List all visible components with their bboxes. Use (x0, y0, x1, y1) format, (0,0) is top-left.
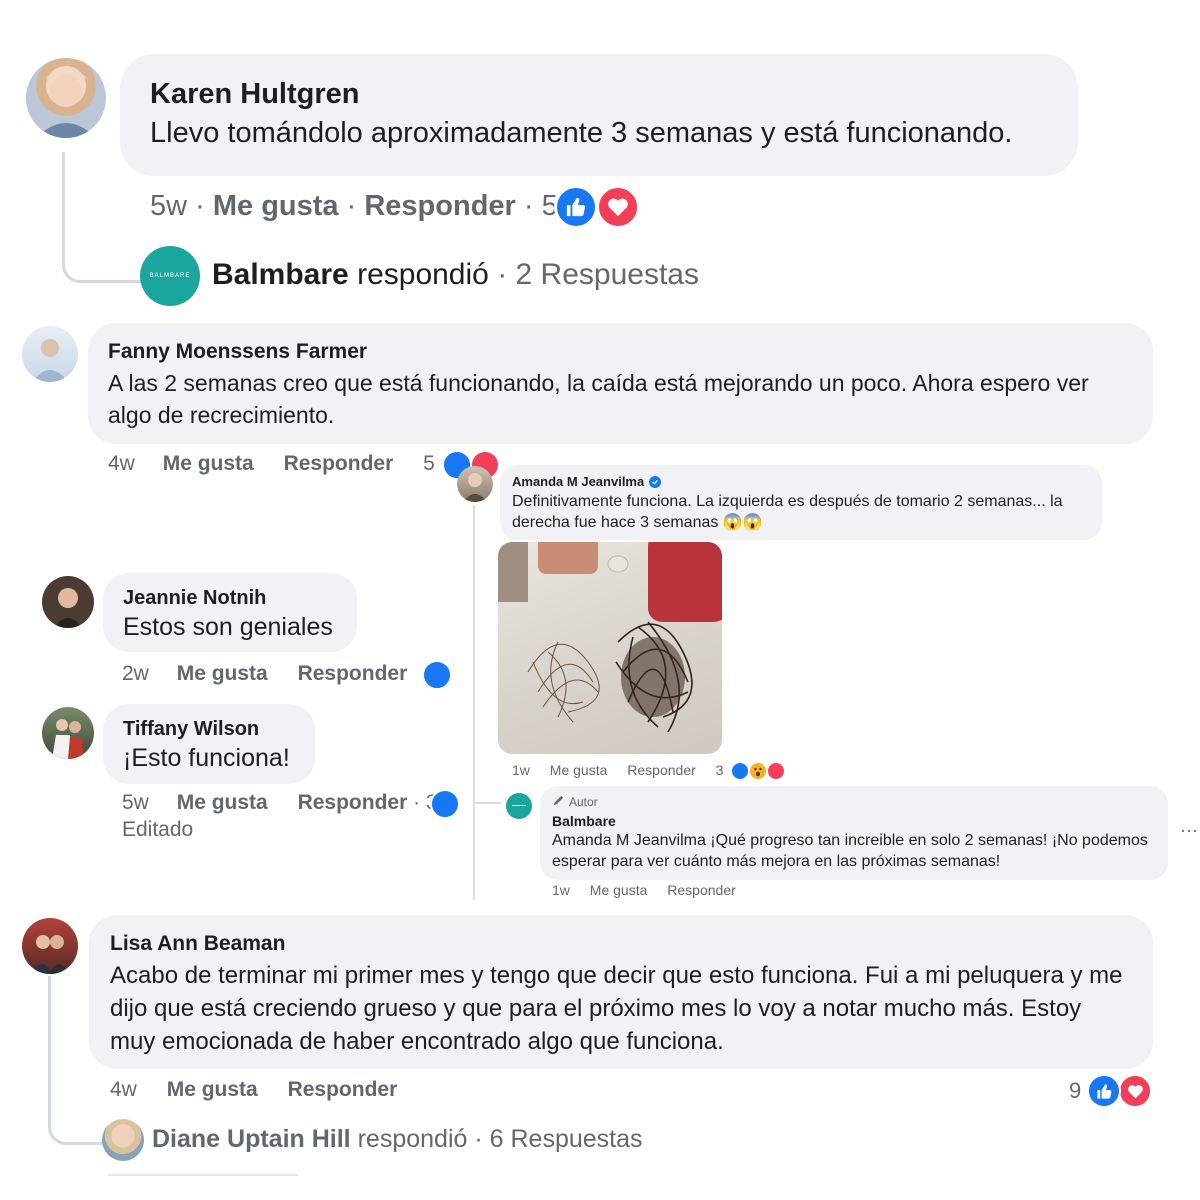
comment-author[interactable]: Jeannie Notnih (123, 587, 337, 610)
reply-link[interactable]: Responder (284, 452, 394, 475)
thumbs-up-icon[interactable] (1087, 1074, 1121, 1108)
comment-photo-hair[interactable] (498, 542, 722, 754)
comment-time[interactable]: 4w (108, 452, 135, 475)
avatar-portrait-icon (54, 588, 82, 628)
verified-check-icon (649, 475, 662, 488)
avatar-portrait-icon (32, 339, 68, 382)
heart-icon[interactable] (766, 761, 786, 781)
comment-time[interactable]: 5w (122, 791, 149, 814)
reply-link[interactable]: Responder (298, 791, 408, 814)
comment-bubble-balmbare-author: Autor Balmbare Amanda M Jeanvilma ¡Qué p… (540, 786, 1168, 880)
reply-link[interactable]: Responder (288, 1078, 398, 1101)
avatar-balmbare[interactable]: BALMBARE (140, 246, 200, 306)
comment-time[interactable]: 1w (512, 762, 530, 778)
more-options-icon[interactable]: ··· (1180, 820, 1198, 841)
reply-author[interactable]: Diane Uptain Hill (152, 1125, 351, 1153)
edited-label: Editado (122, 818, 194, 841)
avatar-balmbare[interactable] (506, 793, 532, 819)
comment-bubble-fanny: Fanny Moenssens Farmer A las 2 semanas c… (88, 323, 1153, 444)
replies-count[interactable]: 2 Respuestas (516, 258, 699, 291)
comment-actions-jeannie: 2w Me gusta Responder (122, 662, 407, 686)
comment-author[interactable]: Amanda M Jeanvilma (512, 474, 644, 489)
like-link[interactable]: Me gusta (590, 882, 648, 898)
thumbs-up-icon[interactable] (730, 761, 750, 781)
avatar[interactable] (22, 918, 78, 974)
comment-time[interactable]: 2w (122, 662, 149, 685)
avatar[interactable] (42, 576, 94, 628)
comment-actions-balmbare: 1w Me gusta Responder (552, 882, 736, 898)
comment-text: A las 2 semanas creo que está funcionand… (108, 370, 1089, 428)
reply-author[interactable]: Balmbare (212, 258, 349, 291)
like-link[interactable]: Me gusta (163, 452, 254, 475)
author-badge: Autor (552, 794, 1156, 810)
avatar-portrait-icon (30, 935, 70, 974)
reaction-count[interactable]: 3 (716, 762, 724, 778)
comment-author[interactable]: Fanny Moenssens Farmer (108, 340, 1133, 364)
thread-branch-balmbare (475, 802, 501, 804)
heart-icon[interactable] (1118, 1074, 1152, 1108)
thumbs-up-icon[interactable] (422, 660, 452, 690)
like-link[interactable]: Me gusta (550, 762, 608, 778)
replies-summary-lisa[interactable]: Diane Uptain Hill respondió · 6 Respuest… (152, 1125, 643, 1154)
comment-bubble-lisa: Lisa Ann Beaman Acabo de terminar mi pri… (89, 915, 1153, 1069)
comment-author[interactable]: Balmbare (552, 813, 1156, 829)
comment-text: ¡Esto funciona! (123, 744, 290, 772)
avatar[interactable] (42, 707, 94, 759)
reaction-count[interactable]: 9 (1069, 1078, 1081, 1104)
brand-logo-text: BALMBARE (149, 273, 191, 279)
hair-photo-icon (498, 542, 722, 733)
like-link[interactable]: Me gusta (177, 791, 268, 814)
reaction-count[interactable]: 5 (423, 452, 435, 475)
reply-link[interactable]: Responder (667, 882, 736, 898)
wow-face-icon[interactable] (748, 761, 768, 781)
comment-text: Llevo tomándolo aproximadamente 3 semana… (150, 117, 1013, 149)
comment-actions-fanny: 4w Me gusta Responder 5 (108, 452, 435, 476)
comment-text: Definitivamente funciona. La izquierda e… (512, 493, 1063, 531)
comment-text: Amanda M Jeanvilma ¡Qué progreso tan inc… (552, 832, 1148, 870)
avatar-portrait-icon (36, 70, 96, 138)
comment-text: Estos son geniales (123, 613, 333, 641)
pencil-icon (552, 794, 565, 810)
divider (108, 1174, 298, 1176)
avatar-portrait-icon (52, 719, 84, 759)
brand-logo-mark (512, 805, 526, 806)
comment-author-row: Amanda M Jeanvilma (512, 474, 1090, 489)
comment-time[interactable]: 5w (150, 190, 187, 222)
avatar[interactable] (26, 58, 106, 138)
comment-actions-amanda: 1w Me gusta Responder 3 (512, 762, 723, 778)
avatar[interactable] (22, 326, 78, 382)
like-link[interactable]: Me gusta (177, 662, 268, 685)
thumbs-up-icon[interactable] (430, 789, 460, 819)
comment-actions-karen: 5w · Me gusta · Responder · 5 (150, 190, 558, 222)
reply-link[interactable]: Responder (627, 762, 696, 778)
comment-text: Acabo de terminar mi primer mes y tengo … (110, 962, 1123, 1055)
reply-link[interactable]: Responder (298, 662, 408, 685)
comment-author[interactable]: Karen Hultgren (150, 78, 1048, 111)
replies-count[interactable]: 6 Respuestas (490, 1125, 643, 1153)
comment-author[interactable]: Tiffany Wilson (123, 718, 295, 741)
avatar[interactable] (102, 1119, 144, 1161)
like-link[interactable]: Me gusta (167, 1078, 258, 1101)
comment-time[interactable]: 1w (552, 882, 570, 898)
like-link[interactable]: Me gusta (213, 190, 339, 222)
avatar-portrait-icon (463, 473, 487, 502)
comment-actions-tiffany: 5w Me gusta Responder · 3 (122, 791, 438, 815)
thread-connector-karen (62, 152, 141, 283)
replies-summary-karen[interactable]: Balmbare respondió · 2 Respuestas (212, 258, 699, 292)
comment-author[interactable]: Lisa Ann Beaman (110, 932, 1132, 956)
comment-bubble-jeannie: Jeannie Notnih Estos son geniales (103, 573, 357, 652)
reply-link[interactable]: Responder (364, 190, 515, 222)
heart-icon[interactable] (596, 185, 640, 229)
comment-bubble-amanda: Amanda M Jeanvilma Definitivamente funci… (500, 465, 1102, 540)
thread-line-amanda (473, 505, 475, 900)
avatar[interactable] (457, 466, 493, 502)
comment-bubble-karen: Karen Hultgren Llevo tomándolo aproximad… (120, 54, 1078, 176)
comment-actions-lisa: 4w Me gusta Responder (110, 1078, 397, 1102)
comment-time[interactable]: 4w (110, 1078, 137, 1101)
comment-bubble-tiffany: Tiffany Wilson ¡Esto funciona! (103, 704, 315, 784)
thumbs-up-icon[interactable] (554, 185, 598, 229)
